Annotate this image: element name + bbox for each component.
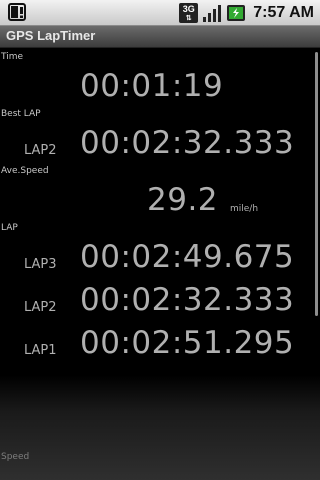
- app-title-bar: GPS LapTimer: [0, 26, 320, 48]
- lap-name: LAP2: [24, 300, 57, 315]
- lap-time: 00:02:49.675: [80, 239, 295, 275]
- status-clock: 7:57 AM: [253, 3, 314, 21]
- speed-panel-background: [0, 375, 320, 480]
- battery-charging-icon: [227, 4, 246, 21]
- signal-strength-icon: [203, 4, 222, 22]
- lap-list-label: LAP: [1, 223, 18, 233]
- lap-time: 00:02:32.333: [80, 282, 295, 318]
- scrollbar[interactable]: [315, 52, 318, 316]
- ave-speed-unit: mile/h: [230, 204, 259, 214]
- best-lap-name: LAP2: [24, 143, 57, 158]
- best-lap-time: 00:02:32.333: [80, 125, 295, 161]
- elapsed-time-value: 00:01:19: [80, 68, 224, 104]
- app-title: GPS LapTimer: [6, 28, 96, 43]
- network-3g-icon: 3G ⇅: [179, 2, 199, 23]
- lap-time: 00:02:51.295: [80, 325, 295, 361]
- status-bar: 3G ⇅ 7:57 AM: [0, 0, 320, 26]
- best-lap-label: Best LAP: [1, 109, 41, 119]
- ave-speed-label: Ave.Speed: [1, 166, 49, 176]
- notification-icon[interactable]: [8, 3, 26, 25]
- lap-name: LAP3: [24, 257, 57, 272]
- ave-speed-value: 29.2: [147, 182, 219, 218]
- status-icons: 3G ⇅ 7:57 AM: [179, 2, 314, 23]
- network-type-label: 3G: [182, 3, 195, 14]
- speed-label: Speed: [1, 452, 30, 462]
- lap-name: LAP1: [24, 343, 57, 358]
- time-label: Time: [1, 52, 24, 62]
